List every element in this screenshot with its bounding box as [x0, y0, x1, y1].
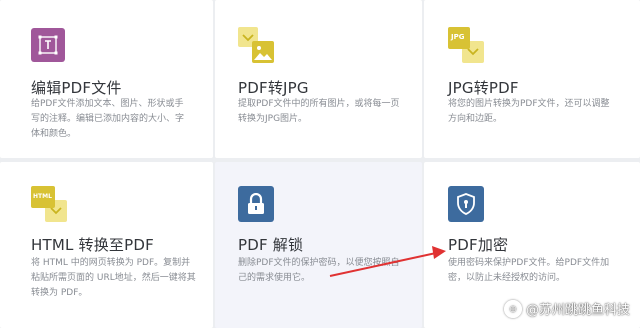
card-description: 将 HTML 中的网页转换为 PDF。复制并粘贴所需页面的 URL地址，然后一键…	[31, 258, 196, 298]
card-title: 编辑PDF文件	[31, 79, 122, 97]
jpg-to-pdf-icon: JPG	[448, 27, 486, 65]
tool-card-edit-pdf[interactable]: 编辑PDF文件 给PDF文件添加文本、图片、形状或手写的注释。编辑已添加内容的大…	[0, 0, 213, 158]
edit-pdf-icon	[31, 28, 65, 62]
tool-card-unlock-pdf[interactable]: PDF 解锁 删除PDF文件的保护密码，以便您按照自己的需求使用它。	[215, 162, 422, 328]
pdf-to-jpg-icon	[238, 27, 276, 65]
card-title: HTML 转换至PDF	[31, 236, 154, 254]
card-description: 给PDF文件添加文本、图片、形状或手写的注释。编辑已添加内容的大小、字体和颜色。	[31, 99, 185, 139]
card-description: 将您的图片转换为PDF文件，还可以调整方向和边距。	[448, 99, 610, 124]
watermark: ◎ @苏州跳跳鱼科技	[503, 299, 630, 318]
tool-card-html-to-pdf[interactable]: HTML HTML 转换至PDF 将 HTML 中的网页转换为 PDF。复制并粘…	[0, 162, 213, 328]
html-to-pdf-icon: HTML	[31, 186, 69, 224]
card-title: PDF转JPG	[238, 79, 309, 97]
protect-pdf-icon	[448, 186, 484, 222]
tool-card-jpg-to-pdf[interactable]: JPG JPG转PDF 将您的图片转换为PDF文件，还可以调整方向和边距。	[424, 0, 640, 158]
card-title: PDF加密	[448, 236, 509, 254]
card-description: 提取PDF文件中的所有图片，或将每一页转换为JPG图片。	[238, 99, 400, 124]
watermark-logo-icon: ◎	[503, 299, 522, 318]
watermark-text: @苏州跳跳鱼科技	[525, 303, 630, 318]
unlock-pdf-icon	[238, 186, 274, 222]
card-description: 使用密码来保护PDF文件。给PDF文件加密，以防止未经授权的访问。	[448, 258, 610, 283]
card-title: JPG转PDF	[448, 79, 519, 97]
card-title: PDF 解锁	[238, 236, 304, 254]
jpg-badge-text: JPG	[451, 33, 465, 41]
tool-card-pdf-to-jpg[interactable]: PDF转JPG 提取PDF文件中的所有图片，或将每一页转换为JPG图片。	[215, 0, 422, 158]
card-description: 删除PDF文件的保护密码，以便您按照自己的需求使用它。	[238, 258, 400, 283]
html-badge-text: HTML	[33, 193, 52, 200]
